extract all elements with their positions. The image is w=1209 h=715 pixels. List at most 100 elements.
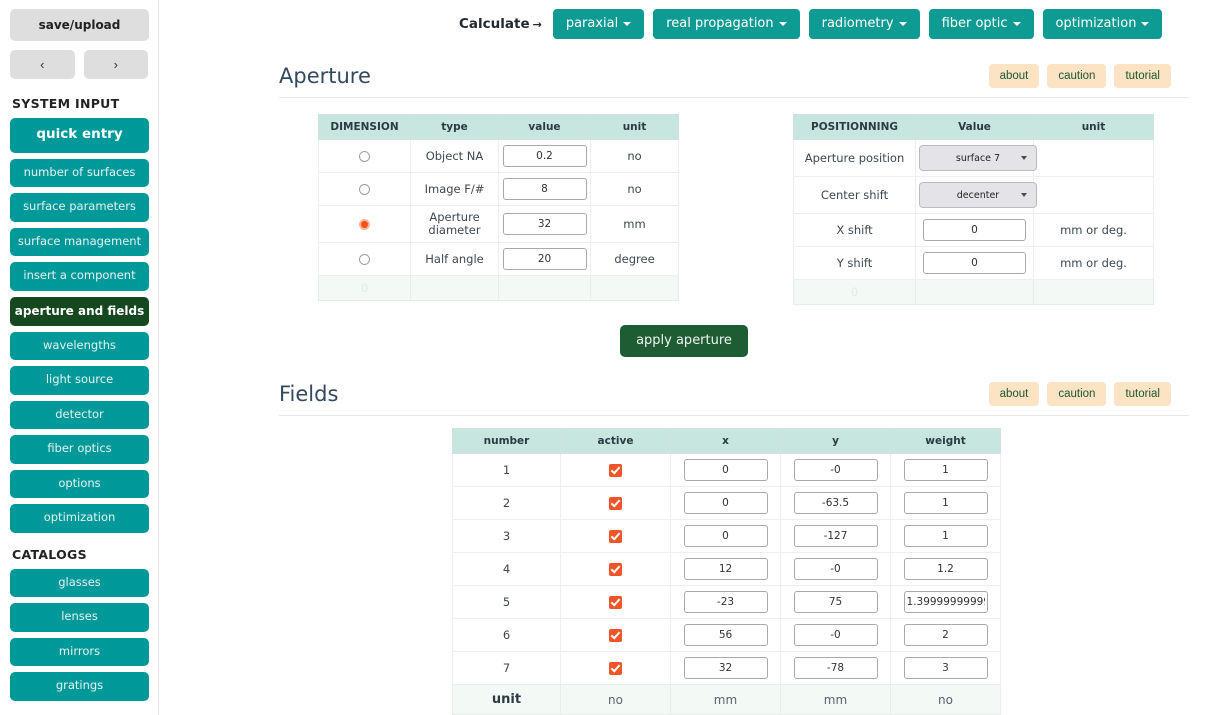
field-active-checkbox[interactable] xyxy=(609,629,622,642)
sidebar-item-surface-parameters[interactable]: surface parameters xyxy=(10,193,149,222)
field-x-cell xyxy=(670,519,781,553)
field-x-input[interactable] xyxy=(683,657,768,679)
sidebar-item-surface-management[interactable]: surface management xyxy=(10,227,149,256)
fields-tutorial-button[interactable]: tutorial xyxy=(1114,382,1171,406)
catalogs-heading: CATALOGS xyxy=(12,546,87,562)
field-active-checkbox[interactable] xyxy=(609,563,622,576)
field-x-input[interactable] xyxy=(683,558,768,580)
radio-object-na[interactable] xyxy=(359,151,370,162)
sidebar-item-optimization[interactable]: optimization xyxy=(10,504,149,533)
fields-about-button[interactable]: about xyxy=(988,382,1040,406)
fields-table-wrapper: number active x y weight 1 0 -0 1 2 0 -6… xyxy=(452,428,1001,715)
next-page-button[interactable]: › xyxy=(83,50,148,79)
sidebar-item-gratings[interactable]: gratings xyxy=(10,672,149,701)
radio-image-fnumber[interactable] xyxy=(359,184,370,195)
table-header-row: DIMENSION type value unit xyxy=(318,114,679,140)
field-weight-input[interactable] xyxy=(903,492,988,514)
aperture-about-button[interactable]: about xyxy=(988,64,1040,88)
save-upload-button[interactable]: save/upload xyxy=(10,9,149,41)
aperture-section: Aperture about caution tutorial DIMENSIO… xyxy=(159,64,1209,357)
field-weight-cell xyxy=(890,552,1001,586)
menu-fiber-optic[interactable]: fiber optic xyxy=(928,9,1034,39)
col-dimension: DIMENSION xyxy=(318,114,411,140)
field-weight-input[interactable] xyxy=(903,657,988,679)
sidebar-item-mirrors[interactable]: mirrors xyxy=(10,637,149,666)
center-shift-select[interactable]: decenter xyxy=(919,182,1037,208)
field-y-input[interactable] xyxy=(793,492,878,514)
field-weight-cell xyxy=(890,519,1001,553)
menu-real-propagation[interactable]: real propagation xyxy=(653,9,800,39)
aperture-diameter-input[interactable] xyxy=(502,213,587,236)
table-row: 6 xyxy=(452,618,1001,652)
x-shift-input[interactable] xyxy=(923,219,1026,241)
field-y-input[interactable] xyxy=(793,591,878,613)
field-x-input[interactable] xyxy=(683,624,768,646)
field-active-checkbox[interactable] xyxy=(609,530,622,543)
previous-page-button[interactable]: ‹ xyxy=(10,50,75,79)
radio-half-angle[interactable] xyxy=(359,254,370,266)
aperture-position-select-wrap: surface 7 xyxy=(919,145,1037,171)
sidebar-item-detector[interactable]: detector xyxy=(10,400,149,429)
field-y-input[interactable] xyxy=(793,525,878,547)
unit-active: no xyxy=(560,684,671,715)
field-active-cell xyxy=(560,552,671,586)
apply-aperture-button[interactable]: apply aperture xyxy=(620,325,748,357)
field-x-input[interactable] xyxy=(683,459,768,481)
dimension-radio-cell xyxy=(318,139,411,173)
aperture-tutorial-button[interactable]: tutorial xyxy=(1114,64,1171,88)
table-row: Y shift mm or deg. xyxy=(793,246,1154,280)
sidebar-item-light-source[interactable]: light source xyxy=(10,366,149,395)
field-x-input[interactable] xyxy=(683,492,768,514)
field-active-checkbox[interactable] xyxy=(609,464,622,477)
field-y-cell xyxy=(780,519,891,553)
field-y-input[interactable] xyxy=(793,459,878,481)
field-weight-input[interactable] xyxy=(903,624,988,646)
field-weight-input[interactable] xyxy=(903,591,988,613)
field-active-checkbox[interactable] xyxy=(609,596,622,609)
menu-optimization[interactable]: optimization xyxy=(1042,9,1163,39)
field-weight-input[interactable] xyxy=(903,558,988,580)
aperture-position-select[interactable]: surface 7 xyxy=(919,145,1037,171)
field-y-input[interactable] xyxy=(793,558,878,580)
positioning-label: Y shift xyxy=(793,246,916,280)
field-active-checkbox[interactable] xyxy=(609,497,622,510)
col-weight: weight xyxy=(890,428,1001,454)
sidebar-item-number-of-surfaces[interactable]: number of surfaces xyxy=(10,158,149,187)
field-active-checkbox[interactable] xyxy=(609,662,622,675)
field-y-cell xyxy=(780,453,891,487)
radio-aperture-diameter[interactable] xyxy=(359,219,370,231)
object-na-input[interactable] xyxy=(502,145,587,167)
col-active: active xyxy=(560,428,671,454)
sidebar-item-options[interactable]: options xyxy=(10,469,149,498)
app-root: save/upload ‹ › SYSTEM INPUT quick entry… xyxy=(0,0,1209,715)
fields-caution-button[interactable]: caution xyxy=(1047,382,1107,406)
field-x-input[interactable] xyxy=(683,525,768,547)
dimension-value-cell xyxy=(498,172,591,206)
positioning-table-wrapper: POSITIONNING Value unit Aperture positio… xyxy=(793,114,1154,305)
sidebar-item-aperture-and-fields[interactable]: aperture and fields xyxy=(10,296,149,326)
field-y-cell xyxy=(780,585,891,619)
sidebar-item-quick-entry[interactable]: quick entry xyxy=(10,118,149,153)
menu-paraxial[interactable]: paraxial xyxy=(552,9,645,39)
y-shift-input[interactable] xyxy=(923,252,1026,274)
dimension-radio-cell xyxy=(318,172,411,206)
field-y-input[interactable] xyxy=(793,657,878,679)
sidebar-item-fiber-optics[interactable]: fiber optics xyxy=(10,435,149,464)
table-row: Aperture diameter mm xyxy=(318,204,679,244)
field-x-input[interactable] xyxy=(683,591,768,613)
field-weight-input[interactable] xyxy=(903,459,988,481)
sidebar-item-lenses[interactable]: lenses xyxy=(10,603,149,632)
menu-radiometry[interactable]: radiometry xyxy=(808,9,920,39)
field-y-input[interactable] xyxy=(793,624,878,646)
aperture-caution-button[interactable]: caution xyxy=(1047,64,1107,88)
unit-row-label: unit xyxy=(452,684,561,715)
half-angle-input[interactable] xyxy=(502,248,587,271)
sidebar-item-insert-a-component[interactable]: insert a component xyxy=(10,262,149,291)
image-fnumber-input[interactable] xyxy=(502,178,587,200)
field-weight-input[interactable] xyxy=(903,525,988,547)
unit-x: mm xyxy=(670,684,781,715)
table-row: Object NA no xyxy=(318,139,679,173)
sidebar-item-glasses[interactable]: glasses xyxy=(10,568,149,597)
sidebar-item-wavelengths[interactable]: wavelengths xyxy=(10,331,149,360)
field-number: 6 xyxy=(452,618,561,652)
